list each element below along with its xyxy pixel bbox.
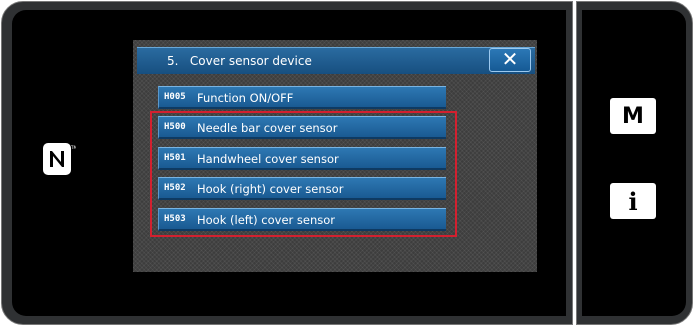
menu-item-h502[interactable]: H502 Hook (right) cover sensor bbox=[158, 177, 446, 200]
menu-item-code: H501 bbox=[164, 153, 186, 163]
menu-item-code: H005 bbox=[164, 92, 186, 102]
menu-item-h005[interactable]: H005 Function ON/OFF bbox=[158, 86, 446, 109]
menu-item-code: H500 bbox=[164, 122, 186, 132]
menu-item-label: Hook (right) cover sensor bbox=[197, 182, 344, 196]
menu-item-label: Hook (left) cover sensor bbox=[197, 213, 336, 227]
menu-item-h503[interactable]: H503 Hook (left) cover sensor bbox=[158, 208, 446, 231]
svg-text:TM: TM bbox=[70, 145, 76, 150]
dialog-titlebar: 5. Cover sensor device bbox=[137, 47, 535, 74]
menu-item-label: Function ON/OFF bbox=[197, 91, 294, 105]
close-button[interactable]: ✕ bbox=[489, 48, 531, 72]
mode-key-button[interactable]: M bbox=[610, 98, 656, 134]
menu-item-code: H503 bbox=[164, 214, 186, 224]
nfc-icon: TM bbox=[43, 143, 76, 175]
menu-item-label: Handwheel cover sensor bbox=[197, 152, 339, 166]
side-panel bbox=[582, 10, 686, 316]
menu-item-label: Needle bar cover sensor bbox=[197, 121, 338, 135]
close-icon: ✕ bbox=[501, 47, 519, 71]
menu-item-h500[interactable]: H500 Needle bar cover sensor bbox=[158, 116, 446, 139]
menu-item-h501[interactable]: H501 Handwheel cover sensor bbox=[158, 147, 446, 170]
device-front: TM 5. Cover sensor device ✕ H005 Functio… bbox=[0, 0, 694, 327]
menu-item-code: H502 bbox=[164, 183, 186, 193]
dialog-title: 5. Cover sensor device bbox=[167, 54, 312, 68]
info-key-button[interactable]: i bbox=[610, 183, 656, 219]
